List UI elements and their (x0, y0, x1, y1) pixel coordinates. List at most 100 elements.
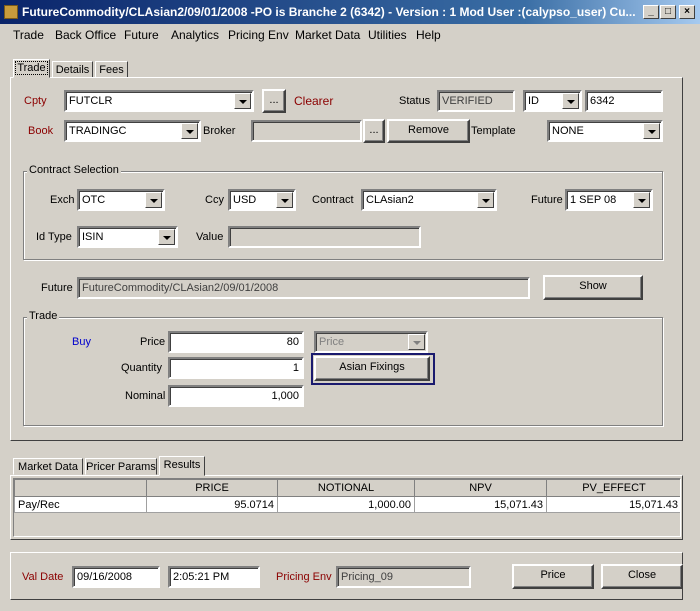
buy-sell-toggle[interactable]: Buy (72, 336, 91, 348)
menu-pricing-env[interactable]: Pricing Env (228, 28, 289, 42)
menu-help[interactable]: Help (416, 28, 441, 42)
val-date-label: Val Date (22, 571, 64, 583)
pricing-env-field: Pricing_09 (336, 566, 471, 588)
row-label-cell: Pay/Rec (14, 496, 147, 513)
future-field: FutureCommodity/CLAsian2/09/01/2008 (77, 277, 530, 299)
menu-back-office[interactable]: Back Office (55, 28, 116, 42)
price-type-select: Price (314, 331, 428, 353)
column-header-npv[interactable]: NPV (414, 479, 547, 497)
menu-analytics[interactable]: Analytics (171, 28, 219, 42)
maximize-button[interactable]: □ (660, 5, 676, 19)
status-label: Status (399, 95, 431, 107)
val-date-field[interactable]: 09/16/2008 (72, 566, 160, 588)
chevron-down-icon[interactable] (643, 123, 660, 139)
tab-details[interactable]: Details (52, 61, 93, 78)
pv-effect-cell: 15,071.43 (546, 496, 680, 513)
asian-fixings-button[interactable]: Asian Fixings (314, 356, 430, 381)
exch-value: OTC (82, 194, 106, 206)
column-header-price[interactable]: PRICE (146, 479, 278, 497)
chevron-down-icon[interactable] (477, 192, 494, 208)
price-label: Price (140, 336, 166, 348)
menu-market-data[interactable]: Market Data (295, 28, 360, 42)
cpty-select[interactable]: FUTCLR (64, 90, 254, 112)
nominal-label: Nominal (125, 390, 166, 402)
column-header-pv-effect[interactable]: PV_EFFECT (546, 479, 680, 497)
clearer-label: Clearer (294, 94, 334, 108)
chevron-down-icon[interactable] (158, 229, 175, 245)
table-row[interactable]: Pay/Rec 95.0714 1,000.00 15,071.43 15,07… (14, 496, 680, 513)
npv-cell: 15,071.43 (414, 496, 547, 513)
tab-fees[interactable]: Fees (95, 61, 128, 78)
template-select[interactable]: NONE (547, 120, 663, 142)
broker-field (251, 120, 362, 142)
ccy-value: USD (233, 194, 257, 206)
idtype-value: ISIN (82, 231, 104, 243)
template-value: NONE (552, 125, 584, 137)
chevron-down-icon[interactable] (276, 192, 293, 208)
quantity-field[interactable]: 1 (168, 357, 304, 379)
ccy-label: Ccy (205, 194, 224, 206)
minimize-button[interactable]: _ (643, 5, 659, 19)
nominal-field[interactable]: 1,000 (168, 385, 304, 407)
price-field[interactable]: 80 (168, 331, 304, 353)
future-select[interactable]: 1 SEP 08 (565, 189, 653, 211)
broker-label: Broker (203, 125, 236, 137)
ccy-select[interactable]: USD (228, 189, 296, 211)
window-title: FutureCommodity/CLAsian2/09/01/2008 -PO … (22, 5, 636, 19)
contract-select[interactable]: CLAsian2 (361, 189, 497, 211)
close-window-button[interactable]: × (679, 5, 695, 19)
status-field: VERIFIED (437, 90, 515, 112)
tab-trade[interactable]: Trade (13, 59, 50, 78)
chevron-down-icon[interactable] (633, 192, 650, 208)
menu-bar: Trade Back Office Future Analytics Prici… (0, 24, 700, 46)
tab-market-data[interactable]: Market Data (13, 458, 83, 475)
results-grid-container: PRICE NOTIONAL NPV PV_EFFECT Pay/Rec 95.… (13, 478, 681, 537)
tab-results[interactable]: Results (159, 456, 205, 476)
tab-pricer-params[interactable]: Pricer Params (85, 458, 157, 475)
results-table: PRICE NOTIONAL NPV PV_EFFECT Pay/Rec 95.… (14, 479, 680, 513)
contract-label: Contract (312, 194, 354, 206)
id-field[interactable]: 6342 (585, 90, 663, 112)
broker-lookup-button[interactable]: ... (363, 119, 385, 143)
app-icon (4, 5, 18, 19)
future-select-value: 1 SEP 08 (570, 194, 617, 206)
exch-label: Exch (50, 194, 75, 206)
exch-select[interactable]: OTC (77, 189, 165, 211)
future-label: Future (41, 282, 73, 294)
menu-trade[interactable]: Trade (13, 28, 44, 42)
pricing-env-label: Pricing Env (276, 571, 332, 583)
value-label: Value (196, 231, 224, 243)
column-header-row-label[interactable] (14, 479, 147, 497)
book-label: Book (28, 125, 54, 137)
id-type-select[interactable]: ID (523, 90, 582, 112)
show-button[interactable]: Show (543, 275, 643, 300)
price-type-value: Price (319, 336, 345, 348)
price-button[interactable]: Price (512, 564, 594, 589)
trade-group-title: Trade (27, 310, 60, 322)
remove-button[interactable]: Remove (387, 119, 470, 143)
idtype-label: Id Type (36, 231, 72, 243)
menu-utilities[interactable]: Utilities (368, 28, 407, 42)
template-label: Template (471, 125, 516, 137)
results-header-row: PRICE NOTIONAL NPV PV_EFFECT (14, 479, 680, 497)
menu-future[interactable]: Future (124, 28, 159, 42)
column-header-notional[interactable]: NOTIONAL (277, 479, 415, 497)
idtype-select[interactable]: ISIN (77, 226, 178, 248)
cpty-lookup-button[interactable]: ... (262, 89, 286, 113)
price-cell: 95.0714 (146, 496, 278, 513)
chevron-down-icon[interactable] (181, 123, 198, 139)
future-select-label: Future (531, 194, 563, 206)
chevron-down-icon[interactable] (234, 93, 251, 109)
id-type-value: ID (528, 95, 539, 107)
close-button[interactable]: Close (601, 564, 683, 589)
chevron-down-icon[interactable] (562, 93, 579, 109)
value-field (228, 226, 421, 248)
book-select[interactable]: TRADINGC (64, 120, 201, 142)
notional-cell: 1,000.00 (277, 496, 415, 513)
contract-selection-title: Contract Selection (27, 164, 121, 176)
chevron-down-icon[interactable] (145, 192, 162, 208)
cpty-label: Cpty (24, 95, 47, 107)
cpty-value: FUTCLR (69, 95, 113, 107)
val-time-field[interactable]: 2:05:21 PM (168, 566, 260, 588)
quantity-label: Quantity (121, 362, 162, 374)
